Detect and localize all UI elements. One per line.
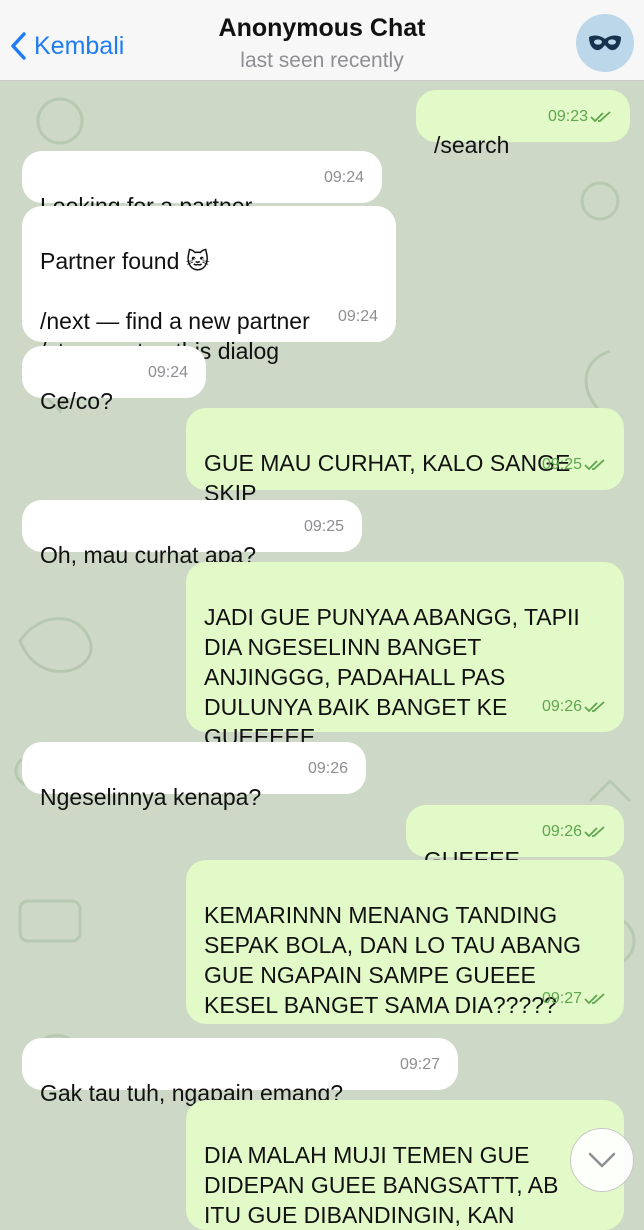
- message-outgoing[interactable]: JADI GUE PUNYAA ABANGG, TAPII DIA NGESEL…: [186, 562, 624, 750]
- message-outgoing[interactable]: GUEEEE 09:26: [406, 805, 624, 873]
- message-incoming[interactable]: Ngeselinnya kenapa? 09:26: [22, 742, 366, 810]
- chevron-down-icon: [588, 1152, 616, 1168]
- message-incoming[interactable]: Ce/co? 09:24: [22, 346, 206, 414]
- chat-title: Anonymous Chat: [218, 14, 426, 42]
- message-time: 09:26: [542, 817, 606, 847]
- message-text: JADI GUE PUNYAA ABANGG, TAPII DIA NGESEL…: [204, 604, 580, 750]
- message-text: /search: [434, 132, 510, 158]
- message-incoming[interactable]: Oh, mau curhat apa? 09:25: [22, 500, 362, 568]
- message-incoming[interactable]: Partner found 🐱 /next — find a new partn…: [22, 206, 396, 364]
- message-text: Ngeselinnya kenapa?: [40, 784, 262, 810]
- double-check-icon: [590, 111, 611, 123]
- message-outgoing[interactable]: KEMARINNN MENANG TANDING SEPAK BOLA, DAN…: [186, 860, 624, 1024]
- scroll-down-button[interactable]: [570, 1128, 634, 1192]
- message-time: 09:24: [337, 308, 378, 325]
- message-time: 09:24: [147, 364, 188, 381]
- avatar[interactable]: [576, 14, 634, 72]
- chat-title-area[interactable]: Anonymous Chat last seen recently: [0, 14, 644, 73]
- message-time: 09:23: [548, 102, 612, 132]
- double-check-icon: [584, 826, 605, 838]
- message-outgoing[interactable]: /search 09:23: [416, 90, 630, 158]
- message-outgoing[interactable]: GUE MAU CURHAT, KALO SANGE SKIP 09:25: [186, 408, 624, 506]
- chat-header: Kembali Anonymous Chat last seen recentl…: [0, 0, 644, 81]
- message-incoming[interactable]: Gak tau tuh, ngapain emang? 09:27: [22, 1038, 458, 1106]
- message-text: Ce/co?: [40, 388, 113, 414]
- message-time: 09:25: [303, 518, 344, 535]
- message-time: 09:26: [542, 692, 606, 722]
- message-outgoing[interactable]: DIA MALAH MUJI TEMEN GUE DIDEPAN GUEE BA…: [186, 1100, 624, 1230]
- mask-icon: [589, 35, 621, 51]
- double-check-icon: [584, 701, 605, 713]
- message-time: 09:27: [399, 1056, 440, 1073]
- message-time: 09:27: [542, 984, 606, 1014]
- double-check-icon: [584, 459, 605, 471]
- double-check-icon: [584, 993, 605, 1005]
- message-text: DIA MALAH MUJI TEMEN GUE DIDEPAN GUEE BA…: [204, 1142, 559, 1228]
- message-time: 09:24: [323, 169, 364, 186]
- message-incoming[interactable]: Looking for a partner... 09:24: [22, 151, 382, 219]
- chat-status: last seen recently: [240, 49, 404, 72]
- message-time: 09:25: [542, 450, 606, 480]
- message-time: 09:26: [307, 760, 348, 777]
